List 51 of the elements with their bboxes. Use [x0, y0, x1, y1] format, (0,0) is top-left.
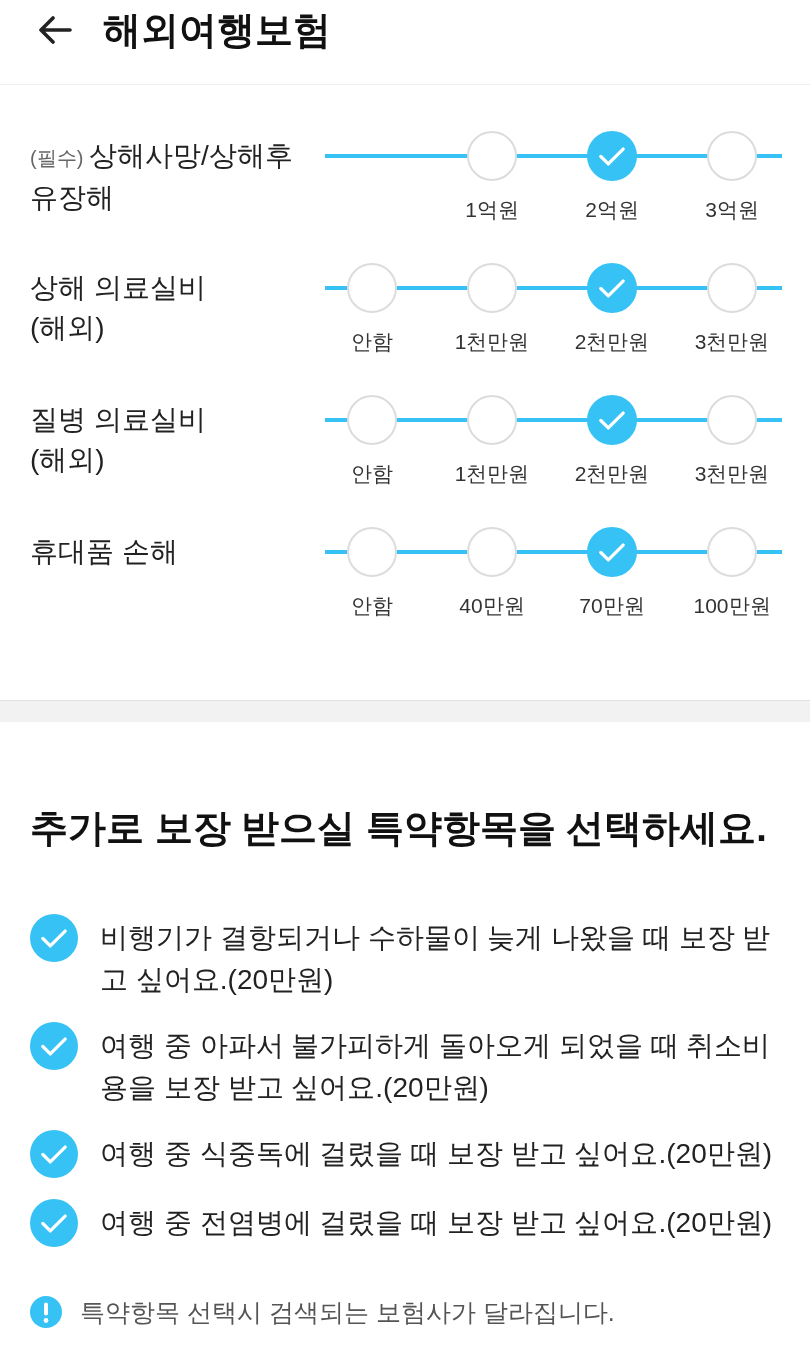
- coverage-label: (필수) 상해사망/상해후유장해: [30, 139, 294, 215]
- option-label: 70만원: [579, 593, 645, 619]
- check-icon: [41, 1213, 67, 1233]
- notice-text: 특약항목 선택시 검색되는 보험사가 달라집니다.: [80, 1297, 615, 1328]
- check-icon: [41, 1144, 67, 1164]
- coverage-label: 상해 의료실비 (해외): [30, 271, 207, 345]
- arrow-left-icon: [38, 16, 72, 44]
- check-icon: [599, 410, 625, 430]
- section-heading: 추가로 보장 받으실 특약항목을 선택하세요.: [30, 806, 768, 851]
- option-radio[interactable]: [347, 395, 397, 445]
- check-icon: [599, 278, 625, 298]
- coverage-label: 휴대품 손해: [30, 535, 179, 569]
- alert-icon: [30, 1296, 62, 1328]
- option-label: 3천만원: [694, 461, 770, 487]
- option-label: 안함: [351, 593, 393, 619]
- coverage-label: 질병 의료실비 (해외): [30, 403, 207, 477]
- option-label: 100만원: [693, 593, 771, 619]
- option-radio[interactable]: [467, 395, 517, 445]
- option-label: 2천만원: [574, 461, 650, 487]
- rider-option-text: 여행 중 식중독에 걸렸을 때 보장 받고 싶어요.(20만원): [100, 1137, 774, 1171]
- page-title: 해외여행보험: [103, 8, 331, 52]
- option-radio[interactable]: [707, 395, 757, 445]
- option-label: 3억원: [705, 197, 759, 223]
- option-radio[interactable]: [707, 131, 757, 181]
- option-label: 1천만원: [454, 461, 530, 487]
- option-radio[interactable]: [707, 527, 757, 577]
- option-radio[interactable]: [347, 527, 397, 577]
- option-label: 1억원: [465, 197, 519, 223]
- checkbox[interactable]: [30, 1199, 78, 1247]
- option-radio[interactable]: [467, 527, 517, 577]
- check-icon: [41, 928, 67, 948]
- check-icon: [599, 542, 625, 562]
- option-label: 2천만원: [574, 329, 650, 355]
- option-label: 40만원: [459, 593, 525, 619]
- option-label: 3천만원: [694, 329, 770, 355]
- rider-option-text: 여행 중 아파서 불가피하게 돌아오게 되었을 때 취소비용을 보장 받고 싶어요.(20만원): [100, 1029, 772, 1105]
- rider-option-text: 여행 중 전염병에 걸렸을 때 보장 받고 싶어요.(20만원): [100, 1206, 774, 1240]
- option-label: 안함: [351, 329, 393, 355]
- option-radio[interactable]: [347, 263, 397, 313]
- checkbox[interactable]: [30, 1022, 78, 1070]
- option-label: 안함: [351, 461, 393, 487]
- option-label: 2억원: [585, 197, 639, 223]
- checkbox[interactable]: [30, 1130, 78, 1178]
- checkbox[interactable]: [30, 914, 78, 962]
- check-icon: [599, 146, 625, 166]
- check-icon: [41, 1036, 67, 1056]
- option-radio[interactable]: [467, 263, 517, 313]
- option-radio[interactable]: [707, 263, 757, 313]
- option-label: 1천만원: [454, 329, 530, 355]
- rider-option-text: 비행기가 결항되거나 수하물이 늦게 나왔을 때 보장 받고 싶어요.(20만원): [100, 921, 772, 997]
- option-radio[interactable]: [467, 131, 517, 181]
